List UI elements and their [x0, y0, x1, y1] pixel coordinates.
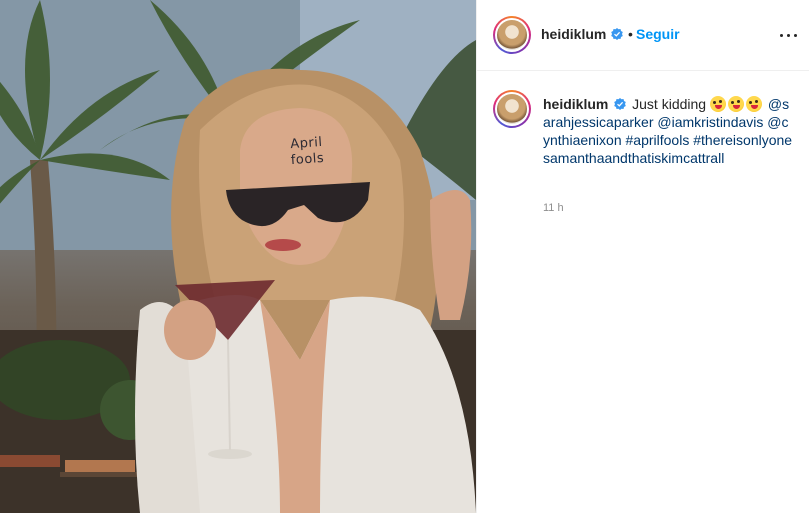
- follow-button[interactable]: Seguir: [636, 26, 680, 42]
- winking-tongue-emoji-icon: [709, 96, 726, 112]
- forehead-writing: April fools: [266, 133, 348, 171]
- caption-text: Just kidding: [632, 96, 707, 112]
- verified-badge-icon: [611, 28, 623, 40]
- caption-avatar-photo: [497, 94, 527, 124]
- post-photo: [0, 0, 476, 513]
- verified-badge-icon: [614, 98, 627, 110]
- winking-tongue-emoji-icon: [745, 96, 762, 112]
- caption-avatar[interactable]: [493, 90, 531, 128]
- separator-dot: •: [628, 26, 633, 42]
- post-caption: heidiklum Just kidding @sarahjessicapark…: [543, 95, 793, 167]
- winking-tongue-emoji-icon: [727, 96, 744, 112]
- caption-username[interactable]: heidiklum: [543, 96, 608, 112]
- ellipsis-icon[interactable]: [779, 26, 799, 44]
- hashtag-link[interactable]: #aprilfools: [626, 132, 690, 148]
- mention-link[interactable]: @iamkristindavis: [657, 114, 763, 130]
- post-media[interactable]: April fools: [0, 0, 476, 513]
- post-details-panel: heidiklum • Seguir heidiklum Just kiddin…: [476, 0, 809, 513]
- avatar-photo: [497, 20, 527, 50]
- post-timestamp[interactable]: 11 h: [543, 202, 564, 214]
- post-header: heidiklum • Seguir: [477, 0, 809, 71]
- header-username[interactable]: heidiklum: [541, 26, 606, 42]
- avatar[interactable]: [493, 16, 531, 54]
